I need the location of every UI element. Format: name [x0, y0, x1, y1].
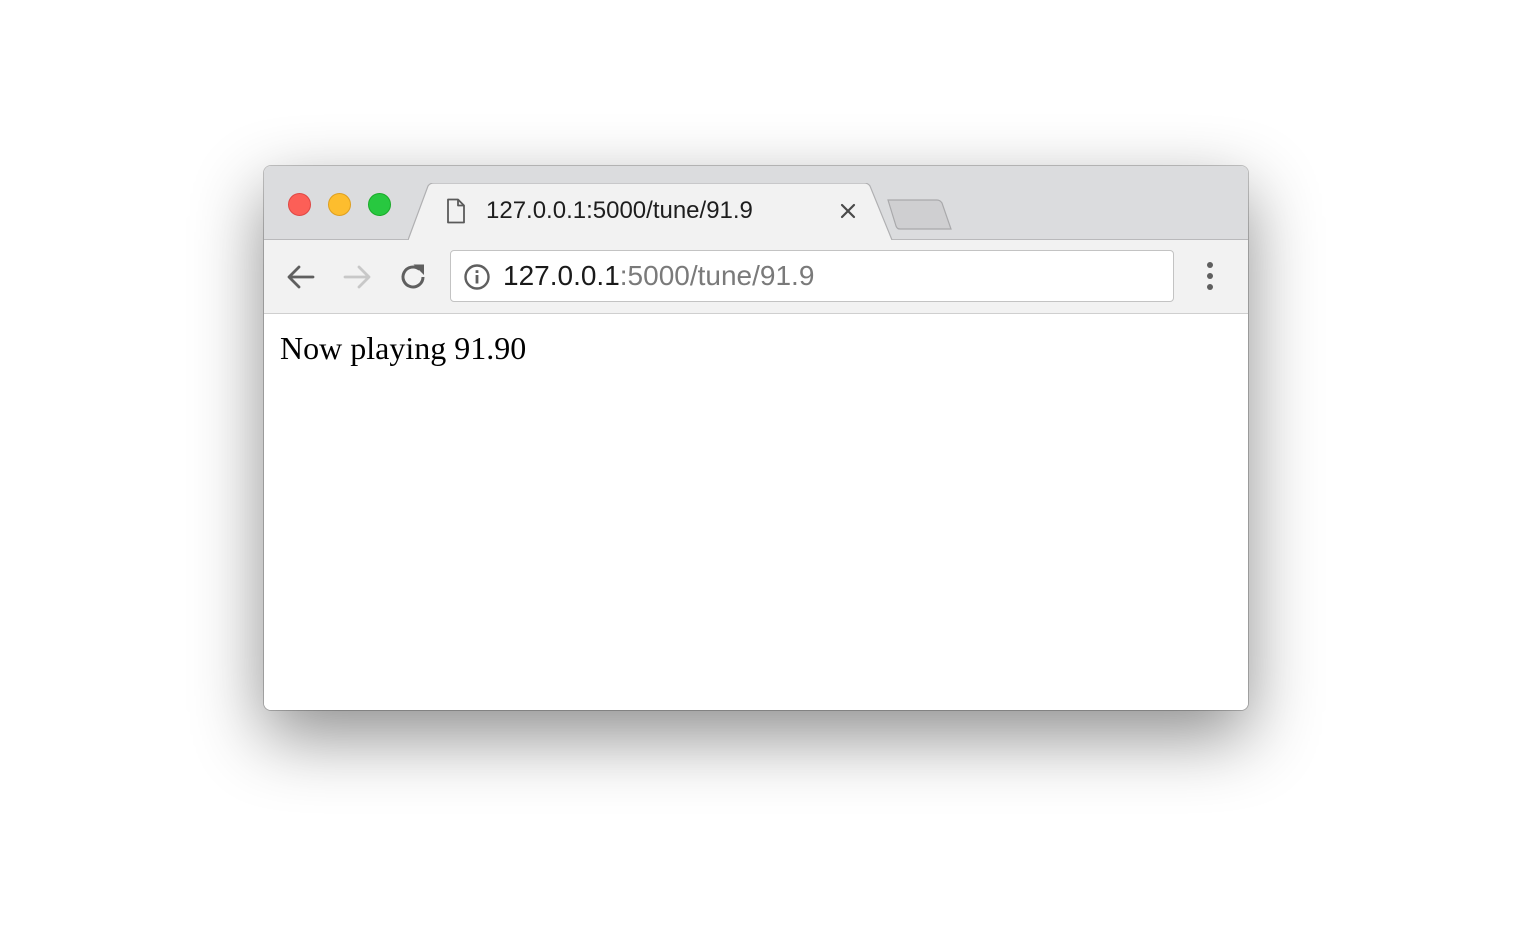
forward-arrow-icon[interactable]	[340, 260, 374, 294]
zoom-window-button[interactable]	[368, 193, 391, 216]
minimize-window-button[interactable]	[328, 193, 351, 216]
kebab-menu-icon[interactable]	[1198, 258, 1222, 294]
url-path: :5000/tune/91.9	[619, 260, 815, 291]
document-icon	[447, 198, 465, 224]
reload-icon[interactable]	[396, 260, 430, 294]
new-tab-icon[interactable]	[885, 198, 953, 232]
info-icon[interactable]	[463, 263, 491, 291]
browser-toolbar: 127.0.0.1:5000/tune/91.9	[264, 240, 1248, 314]
tab-title: 127.0.0.1:5000/tune/91.9	[486, 197, 753, 224]
url-host: 127.0.0.1	[503, 260, 620, 291]
browser-window: 127.0.0.1:5000/tune/91.9 127.0.0.1:5000/…	[264, 166, 1248, 710]
back-arrow-icon[interactable]	[284, 260, 318, 294]
url-text[interactable]: 127.0.0.1:5000/tune/91.9	[503, 259, 814, 293]
now-playing-text: Now playing 91.90	[280, 330, 527, 366]
close-window-button[interactable]	[288, 193, 311, 216]
title-bar: 127.0.0.1:5000/tune/91.9	[264, 166, 1248, 241]
close-icon[interactable]	[837, 200, 859, 222]
page-content: Now playing 91.90	[264, 314, 1248, 710]
address-bar[interactable]: 127.0.0.1:5000/tune/91.9	[450, 250, 1174, 302]
